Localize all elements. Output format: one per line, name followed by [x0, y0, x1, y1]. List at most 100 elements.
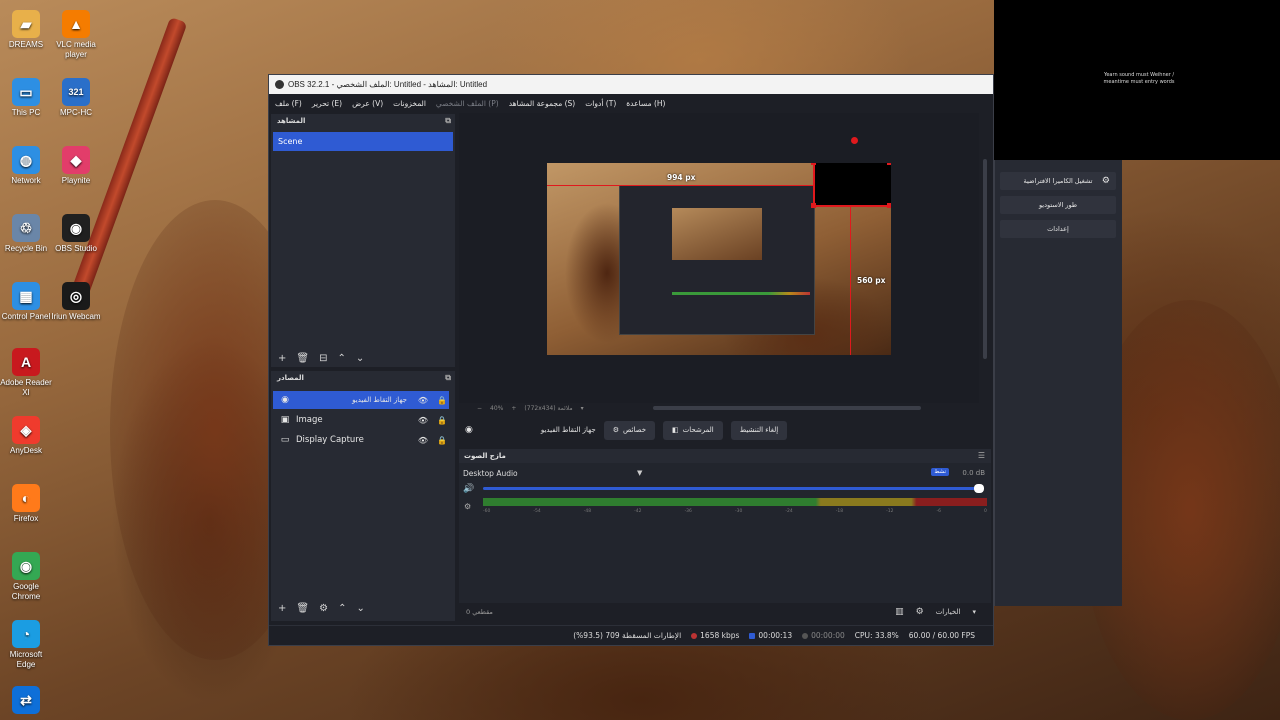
desktop-icon-folder[interactable]: ▰ DREAMS — [0, 10, 52, 50]
deactivate-button[interactable]: إلغاء التنشيط — [730, 420, 788, 440]
lock-icon[interactable]: 🔒 — [435, 416, 449, 425]
chevron-down-icon[interactable]: ▼ — [637, 469, 642, 477]
gear-icon[interactable]: ⚙ — [916, 607, 924, 617]
visibility-eye-icon[interactable]: 👁 — [416, 396, 430, 405]
desktop-icon-vlc[interactable]: ▲ VLC media player — [50, 10, 102, 60]
source-display-capture[interactable]: ▭ Display Capture 👁 🔒 — [273, 431, 449, 449]
preview-area[interactable]: 994 px 560 px — [459, 113, 979, 403]
meter-tick-label: -60 — [483, 509, 491, 514]
preview-scrollbar-horizontal[interactable] — [653, 406, 921, 410]
desktop-icon-mpc[interactable]: 321 MPC-HC — [50, 78, 102, 118]
volume-slider-knob[interactable] — [974, 484, 984, 493]
webcam-icon: ◎ — [62, 282, 90, 310]
menu-bar: ملف (F) تحرير (E) عرض (V) المخزونات المل… — [269, 94, 993, 112]
scene-item[interactable]: Scene — [273, 132, 453, 151]
rotation-handle[interactable] — [851, 137, 858, 144]
float-dock-icon[interactable]: ⧉ — [445, 371, 451, 385]
desktop-icon-adobe-reader[interactable]: A Adobe Reader XI — [0, 348, 52, 398]
adobe-reader-icon: A — [12, 348, 40, 376]
desktop-icon-network[interactable]: ◍ Network — [0, 146, 52, 186]
move-down-icon[interactable]: ⌄ — [356, 603, 364, 614]
desktop-icon-anydesk[interactable]: ◈ AnyDesk — [0, 416, 52, 456]
resize-handle[interactable] — [811, 203, 816, 208]
camera-icon: ◉ — [465, 425, 473, 435]
desktop-icon-firefox[interactable]: ◐ Firefox — [0, 484, 52, 524]
trash-icon[interactable]: 🗑 — [296, 603, 309, 614]
menu-profile[interactable]: الملف الشخصي (P) — [436, 99, 499, 108]
layout-icon[interactable]: ▥ — [895, 607, 904, 617]
menu-view[interactable]: عرض (V) — [352, 99, 383, 108]
preview-canvas[interactable]: 994 px 560 px — [547, 163, 891, 355]
source-label: جهاز التقاط الفيديو — [352, 396, 407, 404]
context-bar: ◉ جهاز التقاط الفيديو ⚙ خصائص ◧ المرشحات… — [459, 417, 989, 443]
speaker-icon[interactable]: 🔊 — [463, 484, 474, 494]
zoom-in-icon[interactable]: + — [511, 405, 516, 412]
desktop-icon-chrome[interactable]: ◉ Google Chrome — [0, 552, 52, 602]
volume-slider[interactable] — [483, 484, 984, 493]
desktop-icon-obs[interactable]: ◉ OBS Studio — [50, 214, 102, 254]
add-icon[interactable]: + — [278, 353, 286, 364]
desktop-icon-webcam[interactable]: ◎ Iriun Webcam — [50, 282, 102, 322]
visibility-eye-icon[interactable]: 👁 — [416, 436, 430, 445]
menu-tools[interactable]: أدوات (T) — [585, 99, 616, 108]
filters-button[interactable]: ◧ المرشحات — [663, 420, 723, 440]
source-video-capture[interactable]: ◉ جهاز التقاط الفيديو 👁 🔒 — [273, 391, 449, 409]
desktop-icon-label: Recycle Bin — [4, 244, 48, 253]
resize-handle[interactable] — [887, 163, 891, 165]
menu-help[interactable]: مساعدة (H) — [626, 99, 665, 108]
move-down-icon[interactable]: ⌄ — [356, 353, 364, 364]
teamviewer-icon: ⇄ — [12, 686, 40, 714]
height-label: 560 px — [857, 276, 886, 285]
filter-icon[interactable]: ⊟ — [319, 353, 327, 364]
preview-scrollbar-vertical[interactable] — [983, 159, 987, 359]
nested-canvas — [672, 208, 762, 260]
controls-dock: تشغيل الكاميرا الافتراضية ⚙ طور الاستودي… — [994, 160, 1122, 606]
desktop-icon-edge[interactable]: ◔ Microsoft Edge — [0, 620, 52, 670]
resize-handle[interactable] — [887, 203, 891, 208]
properties-button[interactable]: ⚙ خصائص — [603, 420, 656, 440]
stream-time: 00:00:13 — [749, 631, 792, 640]
desktop-icon-control-panel[interactable]: ▦ Control Panel — [0, 282, 52, 322]
mixer-menu-icon[interactable]: ☰ — [978, 451, 985, 460]
studio-mode-button[interactable]: طور الاستوديو — [1000, 196, 1116, 214]
monitor-icon: ▭ — [280, 435, 290, 445]
zoom-fit-label[interactable]: (772x434) ملائمة — [524, 405, 572, 412]
move-up-icon[interactable]: ⌃ — [338, 603, 346, 614]
settings-label: إعدادات — [1047, 225, 1069, 233]
menu-docks[interactable]: المخزونات — [393, 99, 426, 108]
scenes-dock: المشاهد ⧉ Scene + 🗑 ⊟ ⌃ ⌄ — [271, 114, 455, 367]
obs-window: OBS 32.2.1 - الملف الشخصي: Untitled - ال… — [268, 74, 994, 646]
source-image[interactable]: ▣ Image 👁 🔒 — [273, 411, 449, 429]
lock-icon[interactable]: 🔒 — [435, 436, 449, 445]
move-up-icon[interactable]: ⌃ — [337, 353, 345, 364]
menu-edit[interactable]: تحرير (E) — [312, 99, 342, 108]
gear-icon[interactable]: ⚙ — [1102, 176, 1110, 186]
deactivate-label: إلغاء التنشيط — [739, 426, 779, 434]
selected-source-box[interactable] — [813, 163, 891, 207]
chevron-down-icon[interactable]: ▾ — [581, 405, 584, 412]
folder-icon: ▰ — [12, 10, 40, 38]
gear-icon[interactable]: ⚙ — [319, 603, 328, 614]
desktop-icon-teamviewer[interactable]: ⇄ — [0, 686, 52, 716]
properties-label: خصائص — [622, 426, 647, 434]
desktop-icon-playnite[interactable]: ◆ Playnite — [50, 146, 102, 186]
menu-file[interactable]: ملف (F) — [275, 99, 302, 108]
resize-handle[interactable] — [811, 163, 816, 165]
projector-window[interactable]: Yearn sound must Weihner / meantime must… — [994, 0, 1280, 160]
lock-icon[interactable]: 🔒 — [435, 396, 449, 405]
options-button[interactable]: الخيارات — [936, 608, 961, 616]
fps-counter: 60.00 / 60.00 FPS — [908, 631, 975, 640]
zoom-out-icon[interactable]: − — [477, 405, 482, 412]
monitor-icon[interactable]: ⚙ — [464, 502, 471, 511]
add-icon[interactable]: + — [278, 603, 286, 614]
float-dock-icon[interactable]: ⧉ — [445, 114, 451, 128]
chevron-down-icon[interactable]: ▾ — [972, 608, 976, 616]
desktop-icon-recycle-bin[interactable]: ♲ Recycle Bin — [0, 214, 52, 254]
desktop-icon-pc[interactable]: ▭ This PC — [0, 78, 52, 118]
trash-icon[interactable]: 🗑 — [296, 353, 309, 364]
menu-scene-collection[interactable]: مجموعة المشاهد (S) — [509, 99, 576, 108]
start-virtual-camera-button[interactable]: تشغيل الكاميرا الافتراضية ⚙ — [1000, 172, 1116, 190]
visibility-eye-icon[interactable]: 👁 — [416, 416, 430, 425]
settings-button[interactable]: إعدادات — [1000, 220, 1116, 238]
cpu-usage: CPU: 33.8% — [854, 631, 899, 640]
